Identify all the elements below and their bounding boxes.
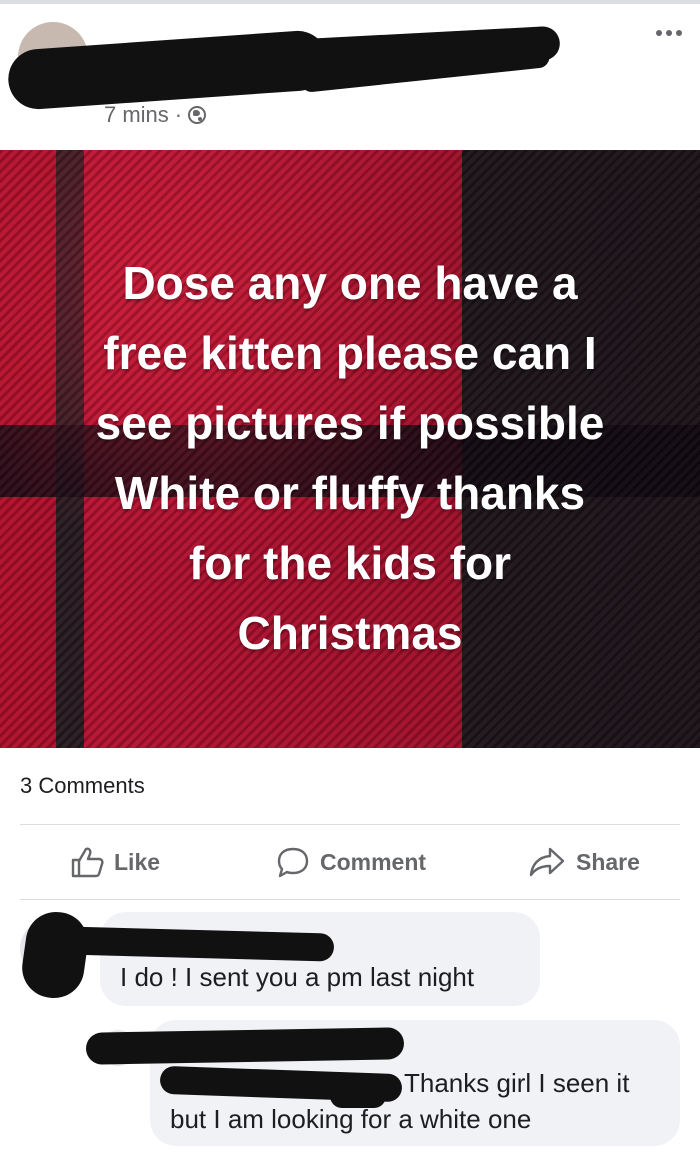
post-timestamp[interactable]: 7 mins [104,102,169,128]
share-arrow-icon [529,847,565,877]
speech-bubble-icon [277,847,309,878]
comment-button[interactable]: Comment [276,825,426,899]
post-text-line: free kitten please can I [103,327,597,379]
post-header: 7 mins · [0,4,700,150]
post-text: Dose any one have a free kitten please c… [30,248,670,668]
more-dots-icon[interactable] [656,30,682,36]
post-meta: 7 mins · [104,102,207,128]
comment-label: Comment [320,848,427,875]
comment-text: I do ! I sent you a pm last night [120,962,475,992]
divider [20,899,680,900]
globe-icon [188,106,207,124]
like-label: Like [114,848,161,875]
comment-text-line-2: but I am looking for a white one [170,1104,532,1134]
post-text-line: see pictures if possible [95,397,605,449]
like-button[interactable]: Like [70,825,160,899]
post-text-line: White or fluffy thanks [114,467,586,519]
share-button[interactable]: Share [528,825,640,899]
facebook-post-screen: 7 mins · Dose any one have a free kitten… [0,0,700,1154]
redacted-commenter-name [85,1027,405,1065]
meta-separator: · [174,102,183,127]
thumbs-up-icon [71,847,104,878]
post-text-line: Christmas [237,607,463,659]
share-label: Share [576,848,640,875]
action-bar: Like Comment Share [0,825,700,899]
post-text-line: for the kids for [188,537,512,589]
post-image-card[interactable]: Dose any one have a free kitten please c… [0,150,700,748]
comments-count-link[interactable]: 3 Comments [20,773,145,799]
comment-text-line-1: Thanks girl I seen it [404,1068,630,1098]
post-text-line: Dose any one have a [122,257,578,309]
redacted-commenter-avatar [18,908,92,1002]
